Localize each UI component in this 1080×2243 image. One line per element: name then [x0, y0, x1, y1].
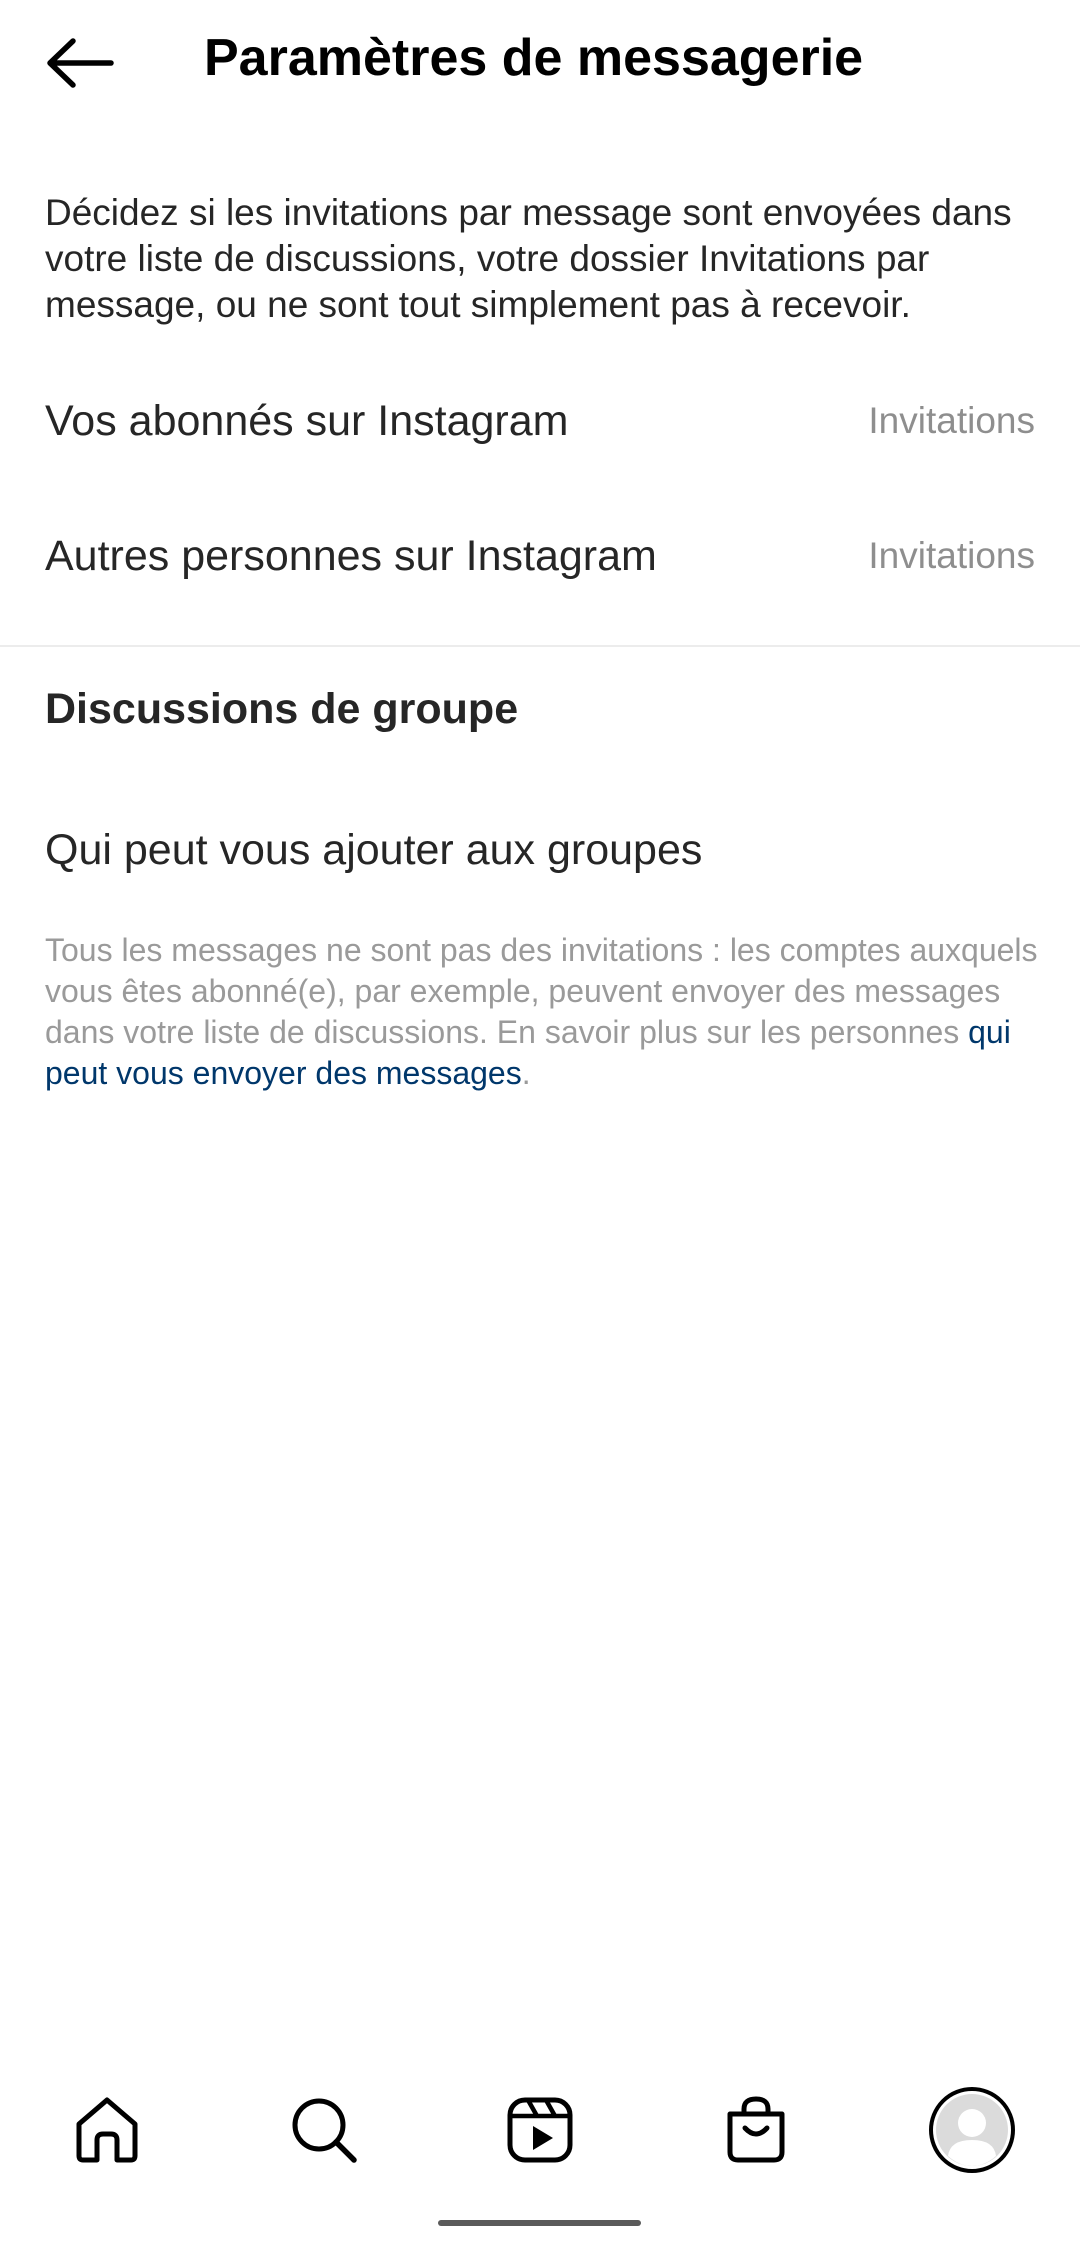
reels-icon	[507, 2097, 573, 2163]
setting-value-followers: Invitations	[868, 400, 1035, 441]
arrow-left-icon	[47, 38, 114, 88]
page-title: Paramètres de messagerie	[204, 29, 864, 87]
setting-row-others[interactable]: Autres personnes sur Instagram Invitatio…	[0, 491, 1080, 621]
profile-avatar-icon	[929, 2087, 1015, 2173]
tab-shop[interactable]	[696, 2070, 816, 2190]
back-button[interactable]	[30, 20, 130, 106]
setting-label-followers: Vos abonnés sur Instagram	[45, 397, 569, 445]
shop-icon	[727, 2096, 785, 2163]
home-icon	[76, 2097, 138, 2163]
tab-reels[interactable]	[480, 2070, 600, 2190]
home-indicator	[438, 2220, 641, 2226]
setting-label-others: Autres personnes sur Instagram	[45, 532, 657, 580]
setting-row-followers[interactable]: Vos abonnés sur Instagram Invitations	[0, 356, 1080, 486]
group-section-title: Discussions de groupe	[45, 685, 519, 733]
bottom-tab-bar	[0, 2070, 1080, 2190]
footnote-suffix: .	[521, 1055, 531, 1091]
tab-home[interactable]	[47, 2070, 167, 2190]
top-bar: Paramètres de messagerie	[0, 0, 1080, 125]
footnote: Tous les messages ne sont pas des invita…	[45, 930, 1045, 1094]
section-divider	[0, 645, 1080, 647]
intro-description: Décidez si les invitations par message s…	[45, 192, 1012, 325]
setting-row-group-add[interactable]: Qui peut vous ajouter aux groupes	[0, 785, 1080, 915]
tab-search[interactable]	[264, 2070, 384, 2190]
search-icon	[292, 2098, 357, 2163]
footnote-text: Tous les messages ne sont pas des invita…	[45, 932, 1038, 1050]
setting-value-others: Invitations	[868, 535, 1035, 576]
tab-profile[interactable]	[912, 2070, 1032, 2190]
setting-label-group-add: Qui peut vous ajouter aux groupes	[45, 826, 703, 874]
